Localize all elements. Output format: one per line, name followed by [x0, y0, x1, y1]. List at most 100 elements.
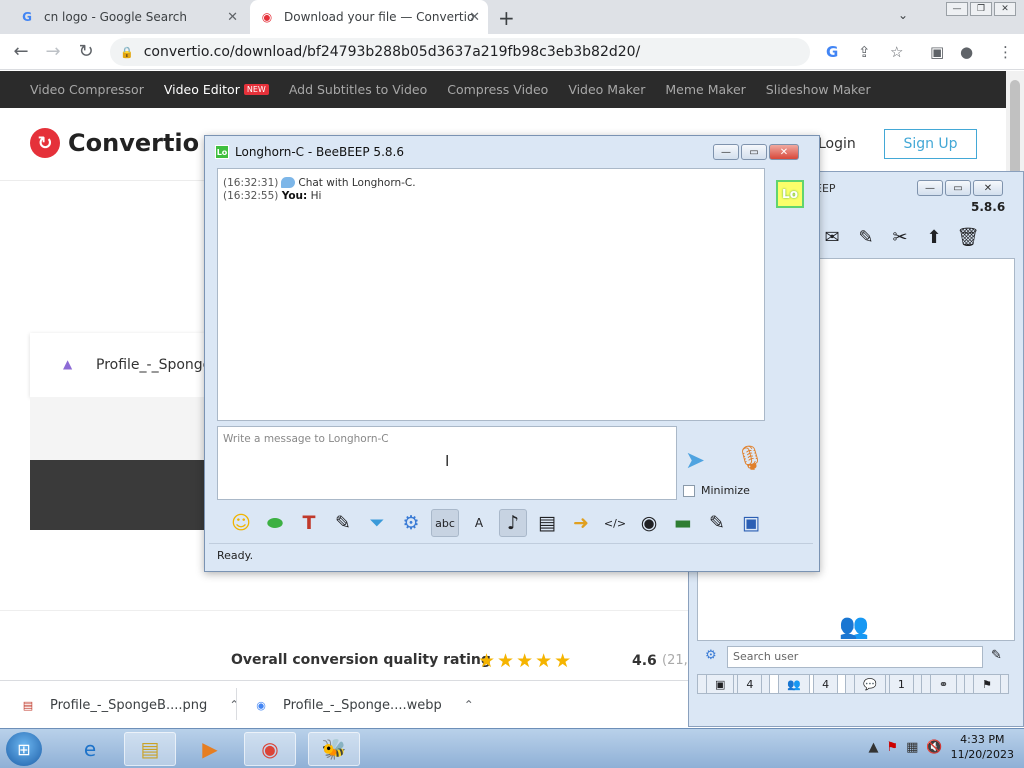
- lock-icon[interactable]: 🔒: [120, 46, 134, 59]
- trash-icon[interactable]: 🗑: [955, 224, 981, 250]
- google-lens-icon[interactable]: G: [826, 43, 838, 61]
- address-bar[interactable]: 🔒 convertio.co/download/bf24793b288b05d3…: [110, 38, 810, 66]
- nav-meme-maker[interactable]: Meme Maker: [665, 82, 745, 97]
- chevron-up-icon[interactable]: ⌃: [464, 698, 474, 712]
- tab-files[interactable]: ⚑: [964, 674, 1009, 694]
- save-chat-icon[interactable]: ▣: [737, 509, 765, 537]
- send-icon[interactable]: ➤: [685, 446, 705, 474]
- chrome-icon[interactable]: ◉: [244, 732, 296, 766]
- forward-arrow-icon[interactable]: →: [42, 41, 64, 62]
- code-icon[interactable]: </>: [601, 509, 629, 537]
- close-window-icon[interactable]: ✕: [994, 2, 1016, 16]
- download-item[interactable]: ◉ Profile_-_Sponge....webp ⌃: [253, 681, 474, 729]
- side-panel-icon[interactable]: ▣: [930, 43, 944, 61]
- font-icon[interactable]: T: [295, 509, 323, 537]
- chat-bubble-icon: [281, 177, 296, 188]
- nav-compress-video[interactable]: Compress Video: [447, 82, 548, 97]
- new-tab-button[interactable]: +: [498, 6, 515, 30]
- share-icon[interactable]: ⇪: [858, 43, 871, 61]
- scrollbar-thumb[interactable]: [1010, 80, 1020, 180]
- network-icon[interactable]: ▦: [906, 740, 918, 755]
- internet-explorer-icon[interactable]: e: [64, 732, 116, 766]
- maximize-icon[interactable]: ▭: [945, 180, 971, 196]
- screenshot-icon[interactable]: ◉: [635, 509, 663, 537]
- gear-icon[interactable]: ⚙: [705, 648, 717, 663]
- minimize-icon[interactable]: —: [713, 144, 739, 160]
- download-item[interactable]: ▤ Profile_-_SpongeB....png ⌃: [20, 681, 240, 729]
- show-hidden-icons-icon[interactable]: ▲: [868, 740, 878, 755]
- reload-icon[interactable]: ↻: [75, 41, 97, 62]
- music-icon[interactable]: ♪: [499, 509, 527, 537]
- signup-button[interactable]: Sign Up: [884, 129, 977, 159]
- beebeep-icon[interactable]: 🐝: [308, 732, 360, 766]
- tab-users[interactable]: ▣ 4: [697, 674, 771, 694]
- tools-icon[interactable]: ✂: [887, 224, 913, 250]
- text-cursor-icon: I: [445, 452, 450, 470]
- close-tab-icon[interactable]: ✕: [469, 10, 480, 25]
- tab-network[interactable]: ⚭: [920, 674, 966, 694]
- nav-add-subtitles[interactable]: Add Subtitles to Video: [289, 82, 427, 97]
- nav-video-editor[interactable]: Video Editor NEW: [164, 82, 269, 97]
- nav-video-maker[interactable]: Video Maker: [568, 82, 645, 97]
- download-panel: [30, 460, 210, 530]
- menu-kebab-icon[interactable]: ⋮: [998, 43, 1013, 61]
- nav-slideshow-maker[interactable]: Slideshow Maker: [766, 82, 871, 97]
- minimize-checkbox-row[interactable]: Minimize: [683, 484, 750, 497]
- chat-window-title: Longhorn-C - BeeBEEP 5.8.6: [235, 145, 404, 159]
- send-folder-icon[interactable]: ➜: [567, 509, 595, 537]
- word-complete-icon[interactable]: A: [465, 509, 493, 537]
- nudge-icon[interactable]: ⬬: [261, 509, 289, 537]
- message-time: (16:32:55): [223, 190, 279, 202]
- volume-muted-icon[interactable]: 🔇: [926, 740, 942, 755]
- minimize-checkbox[interactable]: [683, 484, 695, 497]
- login-link[interactable]: Login: [818, 136, 856, 152]
- nav-video-compressor[interactable]: Video Compressor: [30, 82, 144, 97]
- back-arrow-icon[interactable]: ←: [10, 41, 32, 62]
- screen-share-icon[interactable]: ▬: [669, 509, 697, 537]
- edit-icon[interactable]: ✎: [853, 224, 879, 250]
- settings-icon[interactable]: ⚙: [397, 509, 425, 537]
- spellcheck-icon[interactable]: abc: [431, 509, 459, 537]
- bookmark-star-icon[interactable]: ☆: [890, 43, 903, 61]
- emoticon-icon[interactable]: ☺: [227, 509, 255, 537]
- tab-groups[interactable]: 👥 4: [769, 674, 847, 694]
- close-tab-icon[interactable]: ✕: [227, 10, 238, 25]
- message-sender: You:: [281, 190, 308, 202]
- restore-window-icon[interactable]: ❐: [970, 2, 992, 16]
- chevron-up-icon[interactable]: ⌃: [229, 698, 239, 712]
- file-explorer-icon[interactable]: ▤: [124, 732, 176, 766]
- clear-search-icon[interactable]: ✎: [991, 648, 1002, 663]
- minimize-icon[interactable]: —: [917, 180, 943, 196]
- window-controls: — ❐ ✕: [946, 2, 1016, 16]
- chat-toolbar: ☺ ⬬ T ✎ ⏷ ⚙ abc A ♪ ▤ ➜ </> ◉ ▬ ✎ ▣: [217, 506, 785, 540]
- search-user-input[interactable]: Search user: [727, 646, 983, 668]
- media-player-icon[interactable]: ▶: [184, 732, 236, 766]
- filter-icon[interactable]: ⏷: [363, 509, 391, 537]
- profile-avatar-icon[interactable]: ●: [960, 43, 973, 61]
- tab-convertio[interactable]: ◉ Download your file — Convertio ✕: [250, 0, 488, 34]
- update-icon[interactable]: ⬆: [921, 224, 947, 250]
- user-avatar[interactable]: Lo: [776, 180, 804, 208]
- close-icon[interactable]: ✕: [769, 144, 799, 160]
- mail-icon[interactable]: ✉: [819, 224, 845, 250]
- tab-google-search[interactable]: G cn logo - Google Search ✕: [10, 0, 246, 34]
- send-file-icon[interactable]: ▤: [533, 509, 561, 537]
- tab-chats[interactable]: 💬 1: [845, 674, 922, 694]
- tab-label: cn logo - Google Search: [44, 10, 187, 24]
- close-icon[interactable]: ✕: [973, 180, 1003, 196]
- clock[interactable]: 4:33 PM 11/20/2023: [951, 732, 1014, 762]
- tab-search-chevron-icon[interactable]: ⌄: [898, 8, 908, 22]
- convertio-logo[interactable]: ↻ Convertio: [30, 128, 199, 158]
- maximize-icon[interactable]: ▭: [741, 144, 767, 160]
- minimize-window-icon[interactable]: —: [946, 2, 968, 16]
- start-button[interactable]: ⊞: [6, 732, 42, 766]
- font-color-icon[interactable]: ✎: [329, 509, 357, 537]
- notes-icon[interactable]: ✎: [703, 509, 731, 537]
- image-file-icon: ▲: [63, 357, 73, 371]
- chats-tab-icon: 💬: [854, 674, 886, 694]
- rating-stars[interactable]: ★★★★★: [478, 650, 573, 672]
- microphone-icon[interactable]: 🎙: [735, 444, 765, 472]
- action-center-icon[interactable]: ⚑: [886, 740, 898, 755]
- clock-date: 11/20/2023: [950, 748, 1014, 761]
- chat-history[interactable]: (16:32:31) Chat with Longhorn-C. (16:32:5…: [217, 168, 765, 421]
